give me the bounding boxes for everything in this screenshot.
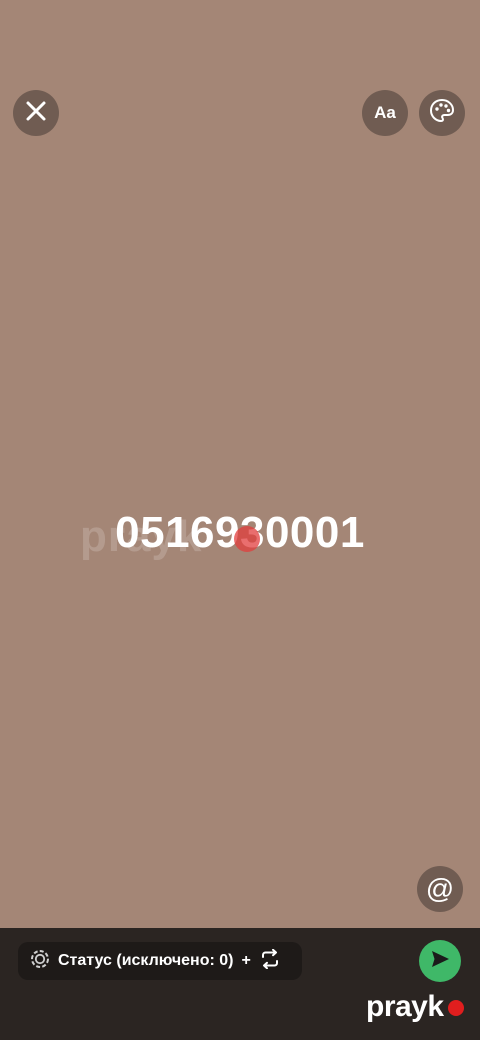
send-button[interactable] (419, 940, 461, 982)
watermark-dot (234, 526, 260, 552)
at-icon: @ (425, 873, 455, 904)
audience-label: Статус (исключено: 0) (58, 952, 234, 969)
text-style-icon: Aa (374, 103, 396, 122)
mention-button[interactable]: @ (417, 866, 463, 912)
palette-icon (429, 98, 455, 129)
audience-selector[interactable]: Статус (исключено: 0) + (18, 942, 302, 980)
font-style-button[interactable]: Aa (362, 90, 408, 136)
close-icon (25, 100, 47, 127)
status-canvas[interactable] (0, 0, 480, 928)
status-ring-icon (30, 949, 50, 974)
audience-plus: + (241, 952, 251, 969)
brand-dot (448, 1000, 464, 1016)
brand-watermark: prayk (366, 990, 444, 1023)
send-icon (429, 948, 451, 975)
color-palette-button[interactable] (419, 90, 465, 136)
close-button[interactable] (13, 90, 59, 136)
repeat-icon (259, 948, 281, 974)
